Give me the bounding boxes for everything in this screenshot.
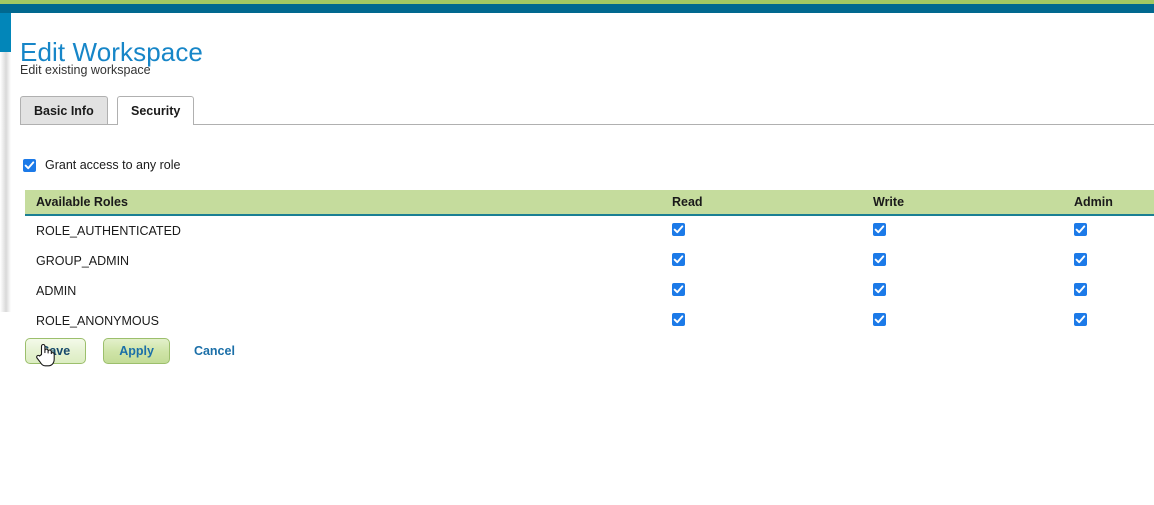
read-permission-cell xyxy=(672,306,873,336)
read-permission-cell xyxy=(672,246,873,276)
grant-access-checkbox[interactable] xyxy=(23,158,36,172)
edit-workspace-panel: Edit Workspace Edit existing workspace B… xyxy=(11,13,1154,505)
admin-permission-cell xyxy=(1074,306,1154,336)
apply-button[interactable]: Apply xyxy=(103,338,170,364)
write-checkbox[interactable] xyxy=(873,283,886,296)
table-row: ROLE_AUTHENTICATED xyxy=(25,215,1154,246)
form-actions: Save Apply Cancel xyxy=(25,338,235,364)
admin-checkbox[interactable] xyxy=(1074,253,1087,266)
tab-security[interactable]: Security xyxy=(117,96,195,125)
column-header-write: Write xyxy=(873,190,1074,216)
read-permission-cell xyxy=(672,276,873,306)
roles-permission-table: Available Roles Read Write Admin ROLE_AU… xyxy=(25,190,1154,336)
table-row: GROUP_ADMIN xyxy=(25,246,1154,276)
save-button[interactable]: Save xyxy=(25,338,87,364)
table-row: ROLE_ANONYMOUS xyxy=(25,306,1154,336)
write-permission-cell xyxy=(873,306,1074,336)
grant-access-row: Grant access to any role xyxy=(23,158,180,172)
admin-checkbox[interactable] xyxy=(1074,283,1087,296)
grant-access-label: Grant access to any role xyxy=(45,158,181,172)
admin-checkbox[interactable] xyxy=(1074,313,1087,326)
column-header-admin: Admin xyxy=(1074,190,1154,216)
left-panel-shadow xyxy=(0,52,11,312)
top-accent-bar-teal xyxy=(0,4,1154,13)
read-checkbox[interactable] xyxy=(672,283,685,296)
write-permission-cell xyxy=(873,215,1074,246)
tab-bar: Basic Info Security xyxy=(20,96,1154,125)
write-permission-cell xyxy=(873,276,1074,306)
role-name: ROLE_ANONYMOUS xyxy=(25,306,672,336)
admin-permission-cell xyxy=(1074,215,1154,246)
table-body: ROLE_AUTHENTICATED GROUP_ADMIN ADMIN ROL… xyxy=(25,215,1154,336)
role-name: ADMIN xyxy=(25,276,672,306)
page-subtitle: Edit existing workspace xyxy=(20,63,151,77)
admin-checkbox[interactable] xyxy=(1074,223,1087,236)
role-name: ROLE_AUTHENTICATED xyxy=(25,215,672,246)
role-name: GROUP_ADMIN xyxy=(25,246,672,276)
cancel-link[interactable]: Cancel xyxy=(194,344,235,358)
write-checkbox[interactable] xyxy=(873,313,886,326)
read-checkbox[interactable] xyxy=(672,223,685,236)
left-accent-rail xyxy=(0,13,11,52)
column-header-read: Read xyxy=(672,190,873,216)
column-header-available-roles: Available Roles xyxy=(25,190,672,216)
admin-permission-cell xyxy=(1074,246,1154,276)
tab-basic-info[interactable]: Basic Info xyxy=(20,96,108,124)
admin-permission-cell xyxy=(1074,276,1154,306)
read-checkbox[interactable] xyxy=(672,253,685,266)
table-header-row: Available Roles Read Write Admin xyxy=(25,190,1154,216)
write-checkbox[interactable] xyxy=(873,253,886,266)
table-row: ADMIN xyxy=(25,276,1154,306)
write-permission-cell xyxy=(873,246,1074,276)
write-checkbox[interactable] xyxy=(873,223,886,236)
read-checkbox[interactable] xyxy=(672,313,685,326)
read-permission-cell xyxy=(672,215,873,246)
